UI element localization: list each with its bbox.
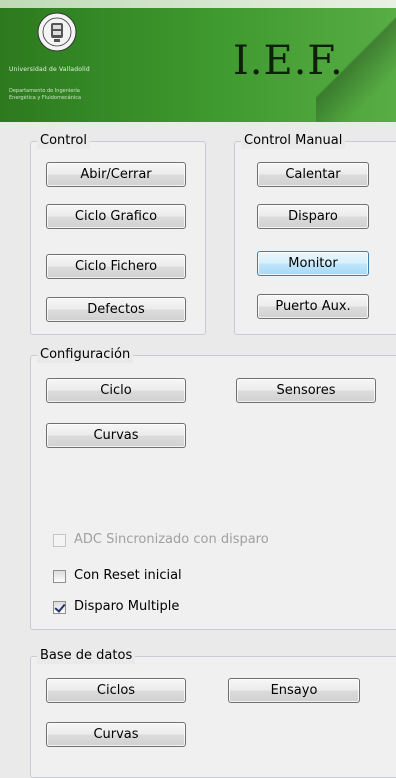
- control-manual-group-title: Control Manual: [241, 133, 346, 149]
- adc-sincronizado-checkbox[interactable]: [53, 533, 66, 547]
- curvas-db-button[interactable]: Curvas: [46, 722, 186, 747]
- base-datos-group: Base de datos Ciclos Ensayo Curvas: [30, 648, 396, 778]
- base-datos-group-title: Base de datos: [37, 648, 136, 664]
- ciclo-button[interactable]: Ciclo: [46, 378, 186, 403]
- monitor-button[interactable]: Monitor: [257, 251, 369, 276]
- control-group: Control Abir/Cerrar Ciclo Grafico Ciclo …: [30, 133, 206, 335]
- ensayo-button[interactable]: Ensayo: [228, 678, 360, 703]
- disparo-multiple-checkbox-row: Disparo Multiple: [53, 598, 179, 616]
- adc-sincronizado-checkbox-row: ADC Sincronizado con disparo: [53, 531, 269, 549]
- disparo-button[interactable]: Disparo: [257, 204, 369, 229]
- ciclos-button[interactable]: Ciclos: [46, 678, 186, 703]
- disparo-multiple-checkbox[interactable]: [53, 600, 66, 614]
- control-manual-group: Control Manual Calentar Disparo Monitor …: [234, 133, 396, 335]
- abrir-cerrar-button[interactable]: Abir/Cerrar: [46, 162, 186, 187]
- con-reset-inicial-label: Con Reset inicial: [74, 568, 182, 583]
- con-reset-inicial-checkbox-row: Con Reset inicial: [53, 567, 182, 585]
- university-seal-icon: [37, 12, 77, 52]
- ciclo-grafico-button[interactable]: Ciclo Grafico: [46, 204, 186, 229]
- configuracion-group-title: Configuración: [37, 347, 134, 363]
- control-group-title: Control: [37, 133, 90, 149]
- adc-sincronizado-label: ADC Sincronizado con disparo: [74, 532, 269, 547]
- curvas-config-button[interactable]: Curvas: [46, 423, 186, 448]
- department-name: Departamento de Ingeniería Energética y …: [9, 88, 159, 102]
- ciclo-fichero-button[interactable]: Ciclo Fichero: [46, 254, 186, 279]
- department-line: Energética y Fluidomecánica: [9, 95, 82, 101]
- app-brand: I.E.F.: [233, 38, 344, 84]
- defectos-button[interactable]: Defectos: [46, 297, 186, 322]
- university-name: Universidad de Valladolid: [9, 66, 90, 73]
- disparo-multiple-label: Disparo Multiple: [74, 599, 180, 614]
- sensores-button[interactable]: Sensores: [236, 378, 376, 403]
- department-line: Departamento de Ingeniería: [9, 88, 80, 94]
- configuracion-group: Configuración Ciclo Sensores Curvas ADC …: [30, 347, 396, 630]
- header-banner: Universidad de Valladolid Departamento d…: [0, 0, 396, 122]
- calentar-button[interactable]: Calentar: [257, 162, 369, 187]
- con-reset-inicial-checkbox[interactable]: [53, 569, 66, 583]
- puerto-aux-button[interactable]: Puerto Aux.: [257, 294, 369, 319]
